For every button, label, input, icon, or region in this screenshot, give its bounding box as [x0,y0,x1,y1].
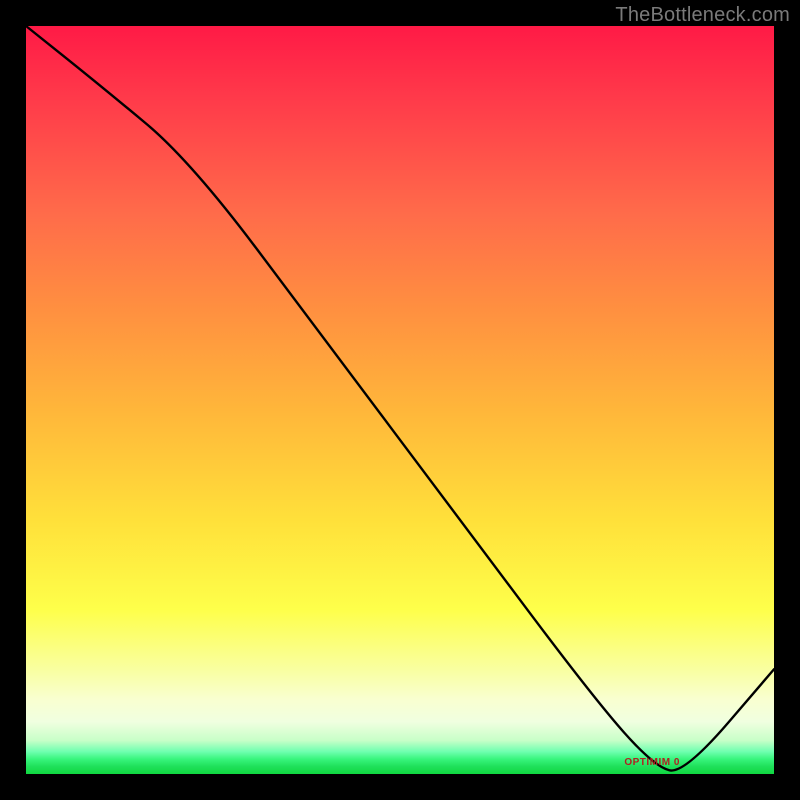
optimal-valley-label: OPTIMIM 0 [624,757,680,768]
chart-frame: OPTIMIM 0 [26,26,774,774]
watermark-text: TheBottleneck.com [615,4,790,27]
bottleneck-curve [26,26,774,774]
